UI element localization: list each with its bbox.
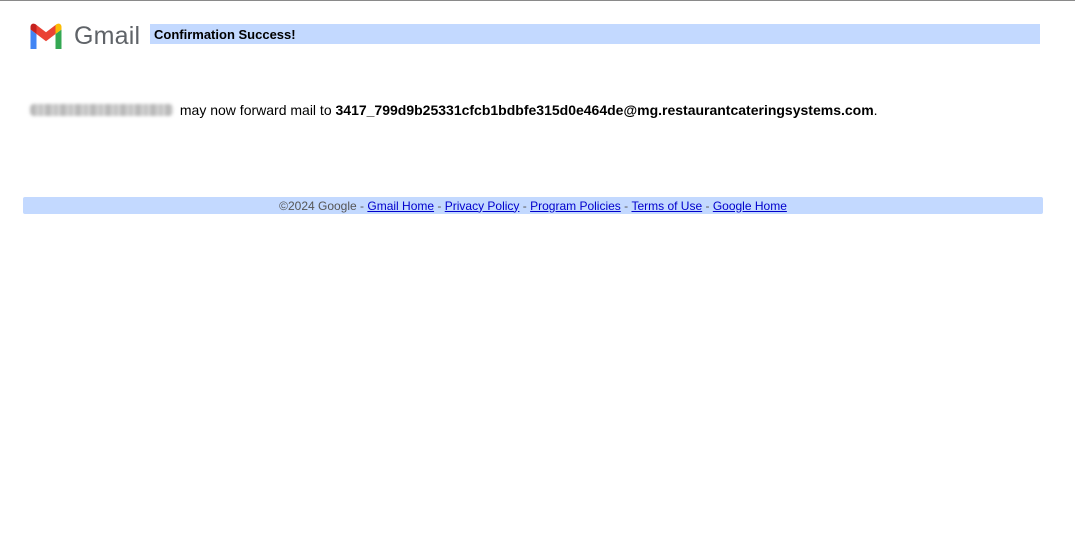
footer-link-google-home[interactable]: Google Home: [713, 199, 787, 213]
footer-separator: -: [702, 198, 713, 213]
footer-link-gmail-home[interactable]: Gmail Home: [367, 199, 434, 213]
footer: ©2024 Google - Gmail Home - Privacy Poli…: [23, 197, 1043, 214]
confirmation-message: may now forward mail to 3417_799d9b25331…: [30, 102, 878, 118]
title-bar: Confirmation Success!: [150, 24, 1040, 44]
top-divider: [0, 0, 1075, 1]
message-period: .: [873, 102, 878, 118]
copyright-text: ©2024 Google: [279, 198, 357, 213]
gmail-m-logo-icon: [28, 22, 64, 50]
gmail-logo[interactable]: Gmail: [28, 20, 140, 52]
forward-address: 3417_799d9b25331cfcb1bdbfe315d0e464de@mg…: [335, 102, 874, 118]
footer-separator: -: [434, 198, 445, 213]
gmail-wordmark: Gmail: [74, 21, 141, 50]
footer-separator: -: [356, 198, 368, 213]
redacted-email: [30, 104, 173, 116]
footer-separator: -: [620, 198, 632, 213]
footer-link-program-policies[interactable]: Program Policies: [530, 199, 621, 213]
message-text: may now forward mail to: [176, 102, 336, 118]
page-title: Confirmation Success!: [154, 26, 296, 42]
footer-link-privacy-policy[interactable]: Privacy Policy: [445, 199, 520, 213]
footer-link-terms-of-use[interactable]: Terms of Use: [631, 199, 702, 213]
footer-separator: -: [519, 198, 531, 213]
